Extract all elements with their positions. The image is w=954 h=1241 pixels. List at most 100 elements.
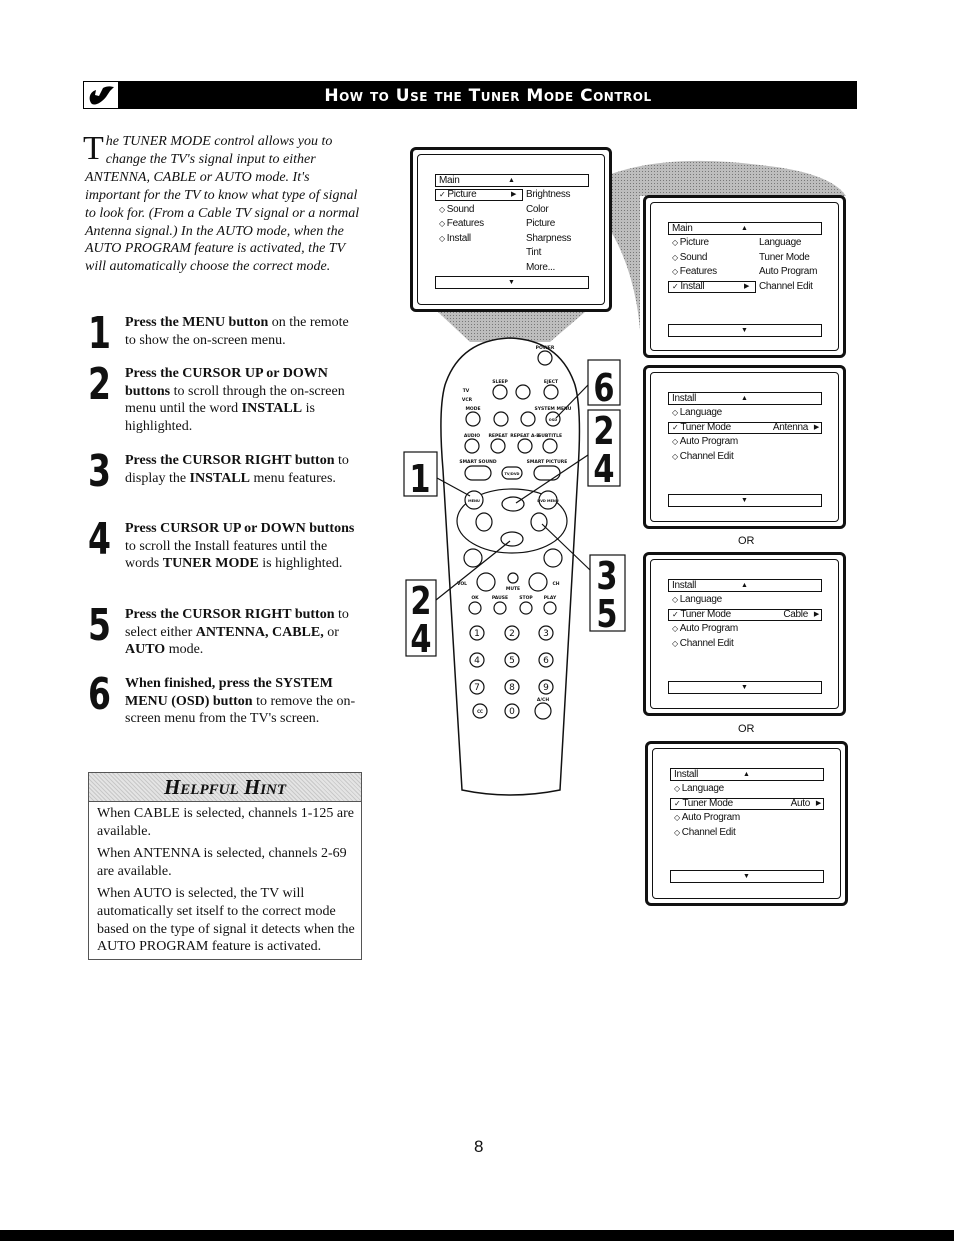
- menu-header: Main ▲: [435, 174, 589, 187]
- menu-item-text: Picture: [447, 189, 477, 200]
- menu-label: MENU: [468, 499, 480, 503]
- cc-label: CC: [477, 709, 483, 714]
- menu-item[interactable]: ◇ Features Auto Program: [668, 265, 822, 279]
- menu-item[interactable]: ◇ Language: [668, 406, 822, 420]
- power-label: POWER: [536, 345, 555, 351]
- audio-label: AUDIO: [464, 433, 480, 439]
- down-arrow-icon: ▼: [508, 279, 515, 286]
- menu-item[interactable]: ◇ Auto Program: [668, 622, 822, 636]
- audio-button[interactable]: [464, 438, 480, 454]
- power-button[interactable]: [537, 350, 553, 366]
- menu-item-label: ◇ Language: [672, 593, 722, 607]
- digit-label: 0: [509, 707, 515, 717]
- menu-item-text: Sound: [446, 203, 475, 215]
- diamond-icon: ◇: [672, 638, 680, 648]
- menu-title: Main: [672, 223, 693, 234]
- diamond-icon: ◇: [672, 252, 680, 262]
- menu-item-label: ◇ Auto Program: [672, 435, 738, 449]
- repeat-label: REPEAT: [488, 433, 508, 439]
- play-button[interactable]: [543, 601, 557, 615]
- smart-picture-label: SMART PICTURE: [527, 459, 568, 465]
- menu-item[interactable]: ◇ Language: [668, 593, 822, 607]
- pause-label: PAUSE: [492, 595, 508, 601]
- vol-up-button[interactable]: [463, 548, 483, 568]
- menu-item-selected[interactable]: ✓ Install ▶ Channel Edit: [668, 280, 822, 294]
- diamond-icon: ◇: [674, 813, 682, 822]
- menu-item[interactable]: ◇ Picture Language: [668, 236, 822, 250]
- menu-item-selected[interactable]: ✓ Tuner Mode ▶ Antenna: [668, 421, 822, 435]
- menu-item-text: Tuner Mode: [682, 797, 733, 809]
- menu-item[interactable]: ◇ Channel Edit: [668, 450, 822, 464]
- tv-screen: Install ▲ ◇ Language ✓ Tuner Mode ▶ Cable ◇ Au…: [643, 552, 846, 716]
- diamond-icon: ◇: [674, 784, 682, 793]
- sleep-button[interactable]: [492, 384, 508, 400]
- cursor-left-button[interactable]: [475, 512, 493, 532]
- tuner-mode-value: Auto: [790, 797, 811, 809]
- menu-header: Install ▲: [668, 579, 822, 592]
- diamond-icon: ◇: [439, 219, 447, 228]
- menu-item[interactable]: ◇ Install Sharpness: [435, 232, 589, 246]
- callout-number: 4: [410, 618, 431, 662]
- menu-item[interactable]: ◇ Sound Tuner Mode: [668, 251, 822, 265]
- submenu-item: Auto Program: [759, 266, 818, 277]
- pause-button[interactable]: [493, 601, 507, 615]
- submenu-item: Picture: [526, 218, 556, 229]
- menu-item[interactable]: ◇ Language: [670, 782, 824, 796]
- menu-item[interactable]: Tint: [435, 246, 589, 260]
- diamond-icon: ◇: [672, 408, 680, 417]
- menu-item-selected[interactable]: ✓ Tuner Mode ▶ Cable: [668, 608, 822, 622]
- vol-down-button[interactable]: [476, 572, 496, 592]
- menu-footer: ▼: [668, 681, 822, 694]
- menu-item[interactable]: ◇ Channel Edit: [668, 637, 822, 651]
- menu-item-label: ◇ Install: [439, 232, 471, 246]
- ch-down-button[interactable]: [528, 572, 548, 592]
- smiley-button[interactable]: [493, 411, 509, 427]
- cursor-down-button[interactable]: [500, 531, 524, 547]
- menu-item-text: Language: [679, 407, 722, 418]
- menu-item[interactable]: ◇ Auto Program: [668, 435, 822, 449]
- smart-sound-label: SMART SOUND: [459, 459, 497, 465]
- tuner-mode-value: Cable: [783, 608, 808, 620]
- ch-up-button[interactable]: [543, 548, 563, 568]
- menu-item[interactable]: ◇ Features Picture: [435, 217, 589, 231]
- smart-sound-button[interactable]: [464, 465, 492, 481]
- menu-item[interactable]: ◇ Channel Edit: [670, 826, 824, 840]
- tuner-mode-value: Antenna: [772, 421, 808, 433]
- menu-item-text: Install: [446, 232, 471, 244]
- right-arrow-icon: ▶: [511, 191, 517, 198]
- sad-face-button[interactable]: [520, 411, 536, 427]
- menu-footer: ▼: [670, 870, 824, 883]
- menu-item[interactable]: ◇ Sound Color: [435, 203, 589, 217]
- stop-button[interactable]: [519, 601, 533, 615]
- cursor-up-button[interactable]: [501, 496, 525, 512]
- submenu-item: More...: [526, 261, 556, 273]
- tv-screen: Install ▲ ◇ Language ✓ Tuner Mode ▶ Auto ◇ Aut…: [645, 741, 848, 906]
- menu-item-label: ◇ Channel Edit: [674, 826, 736, 840]
- a-ch-button[interactable]: [534, 702, 552, 720]
- menu-item[interactable]: ◇ Auto Program: [670, 811, 824, 825]
- menu-item-selected[interactable]: ✓ Picture ▶ Brightness: [435, 188, 589, 202]
- menu-item-text: Picture: [679, 237, 709, 248]
- callout-number: 4: [593, 448, 614, 492]
- eject-label: EJECT: [544, 379, 559, 385]
- smart-picture-button[interactable]: [533, 465, 561, 481]
- diamond-icon: ◇: [672, 267, 680, 276]
- ok-button[interactable]: [468, 601, 482, 615]
- callout-number: 1: [409, 458, 430, 502]
- or-label: OR: [738, 535, 755, 547]
- menu-item[interactable]: More...: [435, 261, 589, 275]
- eject-button[interactable]: [543, 384, 559, 400]
- cursor-right-button[interactable]: [530, 512, 548, 532]
- tv-screen: Main ▲ ◇ Picture Language ◇ Sound Tuner Mode ◇…: [643, 195, 846, 358]
- menu-item-selected[interactable]: ✓ Tuner Mode ▶ Auto: [670, 797, 824, 811]
- menu-item-text: Channel Edit: [681, 826, 736, 838]
- format-button[interactable]: [515, 384, 531, 400]
- menu-item-text: Channel Edit: [679, 637, 734, 649]
- subtitle-button[interactable]: [542, 438, 558, 454]
- up-arrow-icon: ▲: [741, 395, 748, 402]
- repeat-button[interactable]: [490, 438, 506, 454]
- mode-button[interactable]: [465, 411, 481, 427]
- repeat-ab-button[interactable]: [517, 438, 533, 454]
- menu-item-label: ◇ Picture: [672, 236, 709, 250]
- mute-button[interactable]: [507, 572, 519, 584]
